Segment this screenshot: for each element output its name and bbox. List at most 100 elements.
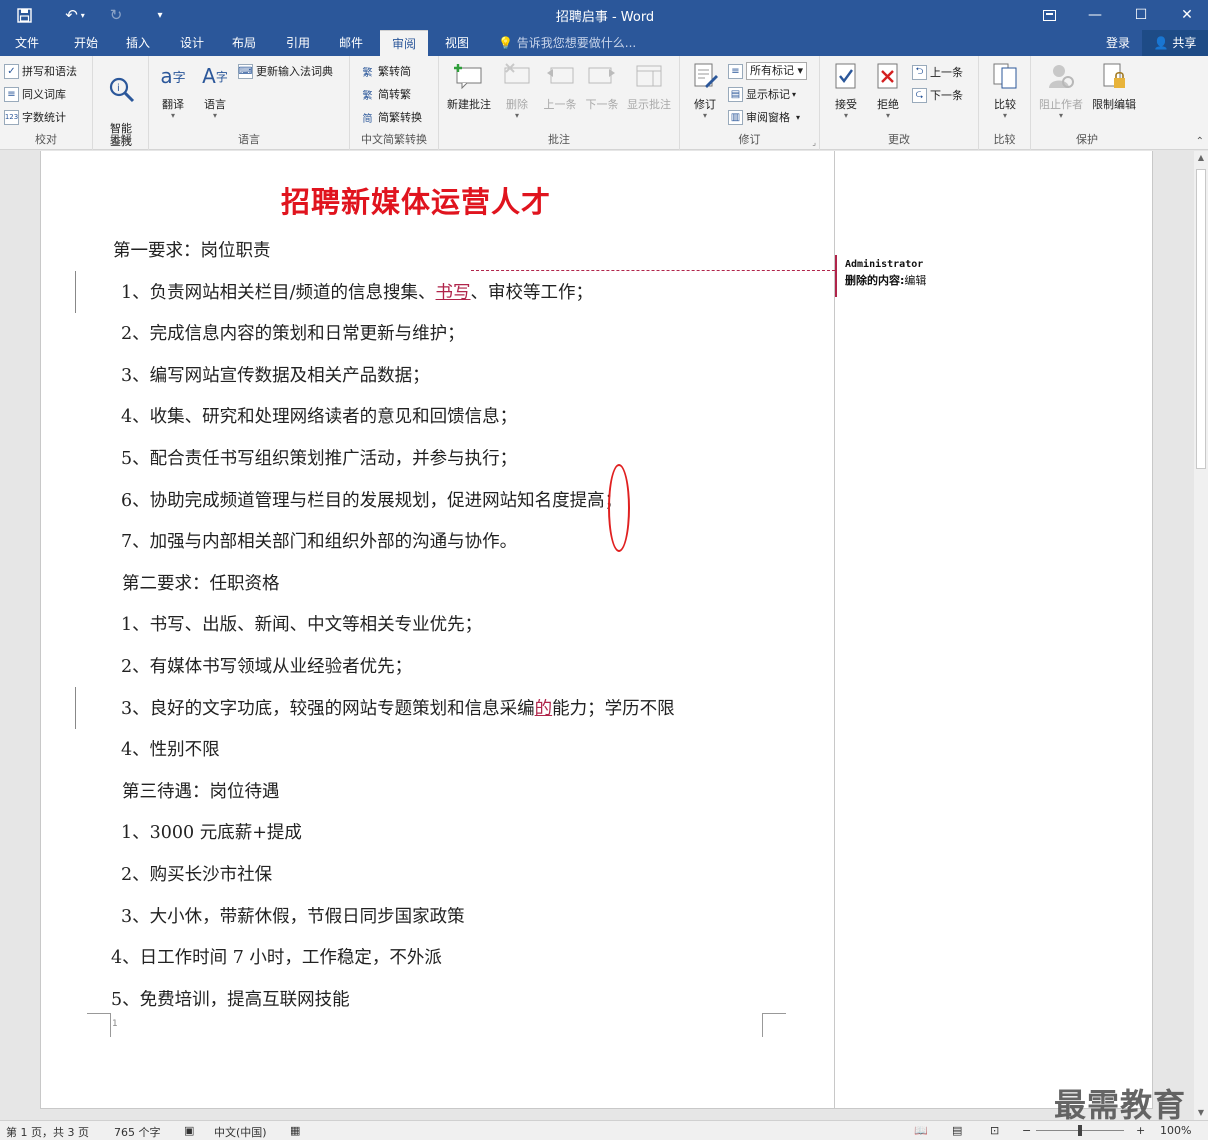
block-authors-button[interactable]: 阻止作者 ▾ [1035, 60, 1087, 120]
document-line[interactable]: 3、良好的文字功底，较强的网站专题策划和信息采编的能力；学历不限 [121, 695, 675, 720]
show-markup-button[interactable]: ▤ 显示标记 ▾ [728, 84, 796, 104]
inserted-text[interactable]: 的 [535, 699, 553, 719]
proofing-status-icon[interactable]: ▣ [184, 1124, 194, 1137]
document-line[interactable]: 4、收集、研究和处理网络读者的意见和回馈信息； [121, 403, 517, 428]
document-line[interactable]: 1、3000 元底薪+提成 [121, 819, 302, 844]
document-line[interactable]: 第三待遇：岗位待遇 [122, 778, 280, 803]
tab-review[interactable]: 审阅 [380, 30, 428, 56]
document-line[interactable]: 6、协助完成频道管理与栏目的发展规划，促进网站知名度提高； [121, 487, 622, 512]
convert-button[interactable]: 简简繁转换 [360, 107, 423, 127]
read-mode-icon[interactable]: 📖 [914, 1124, 928, 1137]
close-button[interactable]: ✕ [1164, 0, 1208, 30]
delete-label: 删除 [506, 98, 528, 111]
dropdown-arrow-icon: ▾ [212, 111, 217, 120]
document-line[interactable]: 第一要求：岗位职责 [113, 237, 271, 262]
previous-change-icon: ⮌ [912, 64, 927, 80]
translate-button[interactable]: a字 翻译 ▾ [149, 60, 197, 120]
markup-select-value[interactable]: 所有标记 ▾ [746, 62, 808, 80]
document-heading[interactable]: 招聘新媒体运营人才 [41, 179, 791, 221]
document-line[interactable]: 2、有媒体书写领域从业经验者优先； [121, 653, 412, 678]
lightbulb-icon: 💡 [498, 36, 513, 50]
spelling-grammar-button[interactable]: ✓ 拼写和语法 [4, 61, 77, 81]
login-link[interactable]: 登录 [1106, 30, 1130, 56]
previous-comment-button[interactable]: 上一条 [536, 60, 584, 112]
document-page[interactable]: 招聘新媒体运营人才 第一要求：岗位职责 1、负责网站相关栏目/频道的信息搜集、书写… [40, 151, 1153, 1109]
reject-button[interactable]: 拒绝 ▾ [864, 60, 912, 120]
show-comments-button[interactable]: 显示批注 [622, 60, 676, 112]
language-button[interactable]: A字 语言 ▾ [191, 60, 239, 120]
scroll-up-icon[interactable]: ▲ [1194, 151, 1208, 165]
line-text: 1、负责网站相关栏目/频道的信息搜集、 [121, 283, 436, 303]
restrict-editing-button[interactable]: 限制编辑 [1087, 60, 1141, 112]
markup-icon: ≡ [728, 63, 743, 79]
maximize-button[interactable]: ☐ [1118, 0, 1164, 30]
vertical-scrollbar[interactable]: ▲ ▼ [1194, 151, 1208, 1120]
revision-balloon[interactable]: Administrator 删除的内容:编辑 [835, 255, 1135, 297]
scroll-down-icon[interactable]: ▼ [1194, 1106, 1208, 1120]
document-line[interactable]: 4、性别不限 [121, 736, 220, 761]
share-button[interactable]: 👤 共享 [1142, 30, 1208, 56]
document-line[interactable]: 7、加强与内部相关部门和组织外部的沟通与协作。 [121, 528, 517, 553]
word-count-button[interactable]: 123 字数统计 [4, 107, 66, 127]
markup-select[interactable]: ≡ 所有标记 ▾ [728, 61, 808, 81]
undo-icon[interactable]: ↶ ▾ [58, 4, 92, 26]
previous-change-button[interactable]: ⮌ 上一条 [912, 62, 963, 82]
document-line[interactable]: 4、日工作时间 7 小时，工作稳定，不外派 [111, 944, 442, 969]
compare-button[interactable]: 比较 ▾ [981, 60, 1029, 120]
document-line[interactable]: 第二要求：任职资格 [122, 570, 280, 595]
thesaurus-button[interactable]: ≡ 同义词库 [4, 84, 66, 104]
tab-layout[interactable]: 布局 [220, 30, 268, 56]
web-layout-icon[interactable]: ⊡ [990, 1124, 999, 1137]
word-count[interactable]: 765 个字 [114, 1124, 161, 1140]
minimize-button[interactable]: — [1072, 0, 1118, 30]
print-layout-icon[interactable]: ▤ [952, 1124, 962, 1137]
group-label-protect: 保护 [1076, 133, 1098, 146]
macro-record-icon[interactable]: ▦ [290, 1124, 300, 1137]
save-icon[interactable] [12, 4, 36, 26]
to-simplified-button[interactable]: 繁繁转简 [360, 61, 412, 81]
change-bar [75, 687, 76, 729]
simplified-to-traditional-icon: 繁 [362, 90, 373, 102]
track-changes-button[interactable]: 修订 ▾ [682, 60, 728, 120]
tab-home[interactable]: 开始 [60, 30, 112, 56]
tab-mailings[interactable]: 邮件 [327, 30, 375, 56]
page-count[interactable]: 第 1 页，共 3 页 [6, 1124, 89, 1140]
delete-comment-button[interactable]: 删除 ▾ [493, 60, 541, 120]
document-line[interactable]: 1、负责网站相关栏目/频道的信息搜集、书写、审校等工作； [121, 279, 593, 304]
reviewing-pane-button[interactable]: ▥ 审阅窗格 ▾ [728, 107, 800, 127]
document-line[interactable]: 1、书写、出版、新闻、中文等相关专业优先； [121, 611, 482, 636]
to-traditional-button[interactable]: 繁简转繁 [360, 84, 412, 104]
group-comments: 新建批注 删除 ▾ 上一条 下一条 显示批注 批注 [439, 56, 680, 150]
watermark-text: 最需教育 [1054, 1086, 1187, 1124]
document-line[interactable]: 5、免费培训，提高互联网技能 [111, 986, 350, 1011]
zoom-out-icon[interactable]: − [1022, 1124, 1031, 1137]
document-line[interactable]: 2、购买长沙市社保 [121, 861, 272, 886]
next-change-button[interactable]: ⮎ 下一条 [912, 85, 963, 105]
tab-references[interactable]: 引用 [274, 30, 322, 56]
update-ime-button[interactable]: ⌨ 更新输入法词典 [238, 61, 333, 81]
new-comment-button[interactable]: 新建批注 [443, 60, 495, 112]
customize-toolbar-icon[interactable]: ▾ [150, 4, 170, 26]
inserted-text[interactable]: 书写 [436, 283, 471, 303]
language-status[interactable]: 中文(中国) [214, 1124, 267, 1140]
redo-icon[interactable]: ↻ [104, 4, 128, 26]
next-comment-button[interactable]: 下一条 [578, 60, 626, 112]
tab-file[interactable]: 文件 [0, 30, 54, 56]
status-bar: 第 1 页，共 3 页 765 个字 ▣ 中文(中国) ▦ 📖 ▤ ⊡ − + … [0, 1120, 1208, 1140]
zoom-slider-thumb[interactable] [1078, 1125, 1082, 1136]
document-line[interactable]: 2、完成信息内容的策划和日常更新与维护； [121, 320, 465, 345]
document-line[interactable]: 3、大小休，带薪休假，节假日同步国家政策 [121, 903, 465, 928]
accept-button[interactable]: 接受 ▾ [822, 60, 870, 120]
scroll-thumb[interactable] [1196, 169, 1206, 469]
balloon-connector-line [471, 270, 835, 271]
line-text: 3、大小休，带薪休假，节假日同步国家政策 [121, 907, 465, 927]
document-line[interactable]: 5、配合责任书写组织策划推广活动，并参与执行； [121, 445, 517, 470]
tab-view[interactable]: 视图 [433, 30, 481, 56]
document-line[interactable]: 3、编写网站宣传数据及相关产品数据； [121, 362, 430, 387]
tell-me-box[interactable]: 💡 告诉我您想要做什么... [498, 30, 636, 56]
tab-design[interactable]: 设计 [168, 30, 216, 56]
tab-insert[interactable]: 插入 [114, 30, 162, 56]
dialog-launcher-icon[interactable]: ⌟ [812, 138, 816, 147]
collapse-ribbon-icon[interactable]: ⌃ [1196, 136, 1204, 147]
ribbon-display-icon[interactable] [1026, 0, 1072, 30]
